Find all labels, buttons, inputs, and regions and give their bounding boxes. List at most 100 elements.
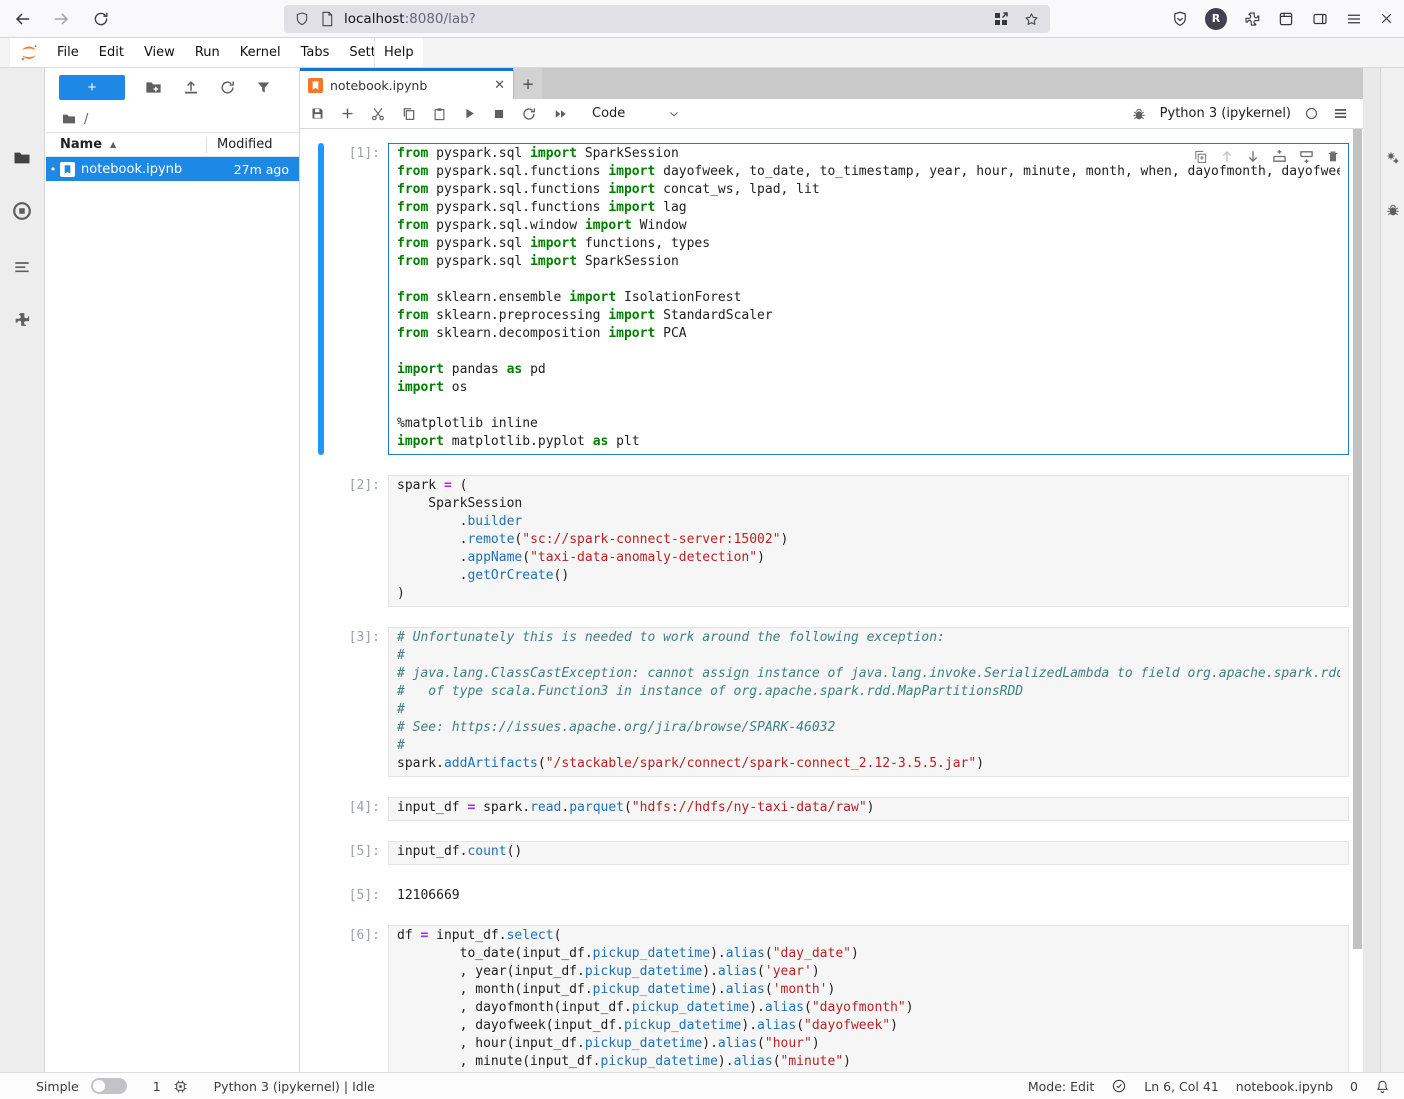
file-row[interactable]: • notebook.ipynb 27m ago <box>46 157 299 181</box>
terminals-count[interactable]: 1 <box>153 1079 161 1094</box>
kernel-name[interactable]: Python 3 (ipykernel) <box>1160 106 1291 121</box>
forward-icon[interactable] <box>52 9 72 29</box>
cell-editor[interactable]: input_df.count() <box>388 841 1349 865</box>
cell-editor[interactable]: input_df = spark.read.parquet("hdfs://hd… <box>388 797 1349 821</box>
sort-ascending-icon[interactable]: ▲ <box>110 140 116 149</box>
refresh-icon[interactable] <box>219 79 236 96</box>
new-tab-button[interactable]: + <box>513 68 542 99</box>
close-tab-icon[interactable]: ✕ <box>494 78 505 93</box>
insert-cell-above-button[interactable] <box>1272 149 1287 164</box>
name-column-header[interactable]: Name <box>60 137 102 152</box>
run-cell-button[interactable] <box>462 106 477 121</box>
duplicate-cell-button[interactable] <box>1193 149 1208 164</box>
status-bar: Simple 1 Python 3 (ipykernel) | Idle Mod… <box>0 1072 1404 1099</box>
debugger-tab-icon[interactable] <box>1385 202 1401 218</box>
kernel-status-text[interactable]: Python 3 (ipykernel) | Idle <box>214 1079 375 1094</box>
chevron-down-icon <box>667 107 681 121</box>
cell-editor[interactable]: from pyspark.sql import SparkSessionfrom… <box>388 143 1349 455</box>
cell-collapser[interactable] <box>318 885 324 909</box>
restart-run-all-button[interactable] <box>552 107 570 121</box>
cell-collapser[interactable] <box>318 475 324 607</box>
cell-editor[interactable]: df = input_df.select( to_date(input_df.p… <box>388 925 1349 1072</box>
notebook-file-icon <box>60 162 75 177</box>
table-of-contents-icon[interactable] <box>12 258 32 278</box>
cell-collapser[interactable] <box>318 143 324 455</box>
save-button[interactable] <box>310 106 325 121</box>
notebook-cell[interactable]: [2]:spark = ( SparkSession .builder .rem… <box>318 475 1349 607</box>
cell-editor[interactable]: # Unfortunately this is needed to work a… <box>388 627 1349 777</box>
cell-prompt: [3]: <box>330 627 388 777</box>
simple-mode-toggle[interactable] <box>91 1078 127 1094</box>
property-inspector-icon[interactable] <box>1385 150 1401 166</box>
copy-cells-button[interactable] <box>401 106 417 122</box>
new-folder-icon[interactable] <box>144 78 163 97</box>
menu-item-help[interactable]: Help <box>375 38 423 67</box>
running-kernels-icon[interactable] <box>11 200 33 222</box>
duplicate-cell-icon <box>1193 149 1208 164</box>
profile-avatar[interactable]: R <box>1205 8 1227 30</box>
notebook-scrollbar[interactable] <box>1352 129 1363 1072</box>
breadcrumb-root[interactable]: / <box>84 112 88 127</box>
notebook-cell[interactable]: [6]:df = input_df.select( to_date(input_… <box>318 925 1349 1072</box>
cell-collapser[interactable] <box>318 627 324 777</box>
kernel-status-icon[interactable] <box>1304 106 1319 121</box>
pocket-icon[interactable] <box>1171 10 1189 28</box>
back-icon[interactable] <box>12 9 32 29</box>
notebook-cell[interactable]: [5]:input_df.count() <box>318 841 1349 865</box>
reload-icon[interactable] <box>92 10 110 28</box>
modified-column-header[interactable]: Modified <box>207 137 299 152</box>
notifications-count[interactable]: 0 <box>1350 1079 1358 1094</box>
cell-type-select[interactable]: Code <box>592 106 681 121</box>
menu-item-run[interactable]: Run <box>186 38 229 67</box>
bookmark-star-icon[interactable] <box>1023 11 1040 28</box>
debugger-bug-icon[interactable] <box>1131 106 1147 122</box>
extensions-icon[interactable] <box>1243 10 1261 28</box>
menu-item-kernel[interactable]: Kernel <box>231 38 290 67</box>
tab-notebook[interactable]: notebook.ipynb ✕ <box>300 68 513 99</box>
cell-output[interactable]: 12106669 <box>388 885 1349 909</box>
notebook-cell[interactable]: [3]:# Unfortunately this is needed to wo… <box>318 627 1349 777</box>
notebook-cell[interactable]: [4]:input_df = spark.read.parquet("hdfs:… <box>318 797 1349 821</box>
file-browser-tab-icon[interactable] <box>12 148 32 168</box>
menu-item-tabs[interactable]: Tabs <box>292 38 339 67</box>
app-menu-icon[interactable] <box>1345 10 1363 28</box>
kernel-chip-icon[interactable] <box>173 1079 188 1094</box>
cell-collapser[interactable] <box>318 797 324 821</box>
shield-icon[interactable] <box>294 11 310 27</box>
upload-icon[interactable] <box>182 78 200 96</box>
paste-cells-button[interactable] <box>432 106 447 122</box>
output-prompt: [5]: <box>330 885 388 909</box>
notebook-menu-icon[interactable] <box>1332 105 1349 122</box>
menu-item-file[interactable]: File <box>48 38 88 67</box>
move-cell-down-button[interactable] <box>1246 149 1260 164</box>
cut-cells-button[interactable] <box>370 106 386 122</box>
move-cell-up-button[interactable] <box>1220 149 1234 164</box>
extension-manager-icon[interactable] <box>13 310 32 329</box>
page-info-icon[interactable] <box>320 11 334 27</box>
notebook-cell[interactable]: [1]:from pyspark.sql import SparkSession… <box>318 143 1349 455</box>
delete-cell-button[interactable] <box>1326 149 1340 164</box>
new-launcher-button[interactable]: + <box>59 75 125 100</box>
restart-kernel-button[interactable] <box>521 106 537 122</box>
cursor-position[interactable]: Ln 6, Col 41 <box>1144 1079 1219 1094</box>
library-icon[interactable] <box>1277 10 1295 28</box>
filter-icon[interactable] <box>255 79 272 96</box>
insert-cell-button[interactable] <box>340 106 355 121</box>
insert-cell-below-button[interactable] <box>1299 149 1314 164</box>
interrupt-kernel-button[interactable] <box>492 107 506 121</box>
cell-collapser[interactable] <box>318 925 324 1072</box>
output-area[interactable]: [5]:12106669 <box>318 885 1349 909</box>
screenshot-grid-icon[interactable] <box>993 11 1009 27</box>
menu-item-view[interactable]: View <box>135 38 184 67</box>
menu-item-edit[interactable]: Edit <box>90 38 133 67</box>
url-bar[interactable]: localhost:8080/lab? <box>284 5 1050 33</box>
sidebar-toggle-icon[interactable] <box>1311 10 1329 28</box>
cell-collapser[interactable] <box>318 841 324 865</box>
command-mode-indicator[interactable]: Mode: Edit <box>1028 1079 1094 1094</box>
bell-icon[interactable] <box>1375 1079 1390 1094</box>
home-folder-icon[interactable] <box>61 111 77 127</box>
breadcrumb[interactable]: / <box>46 106 299 132</box>
scrollbar-thumb[interactable] <box>1353 129 1362 949</box>
close-window-icon[interactable] <box>1379 11 1394 26</box>
cell-editor[interactable]: spark = ( SparkSession .builder .remote(… <box>388 475 1349 607</box>
